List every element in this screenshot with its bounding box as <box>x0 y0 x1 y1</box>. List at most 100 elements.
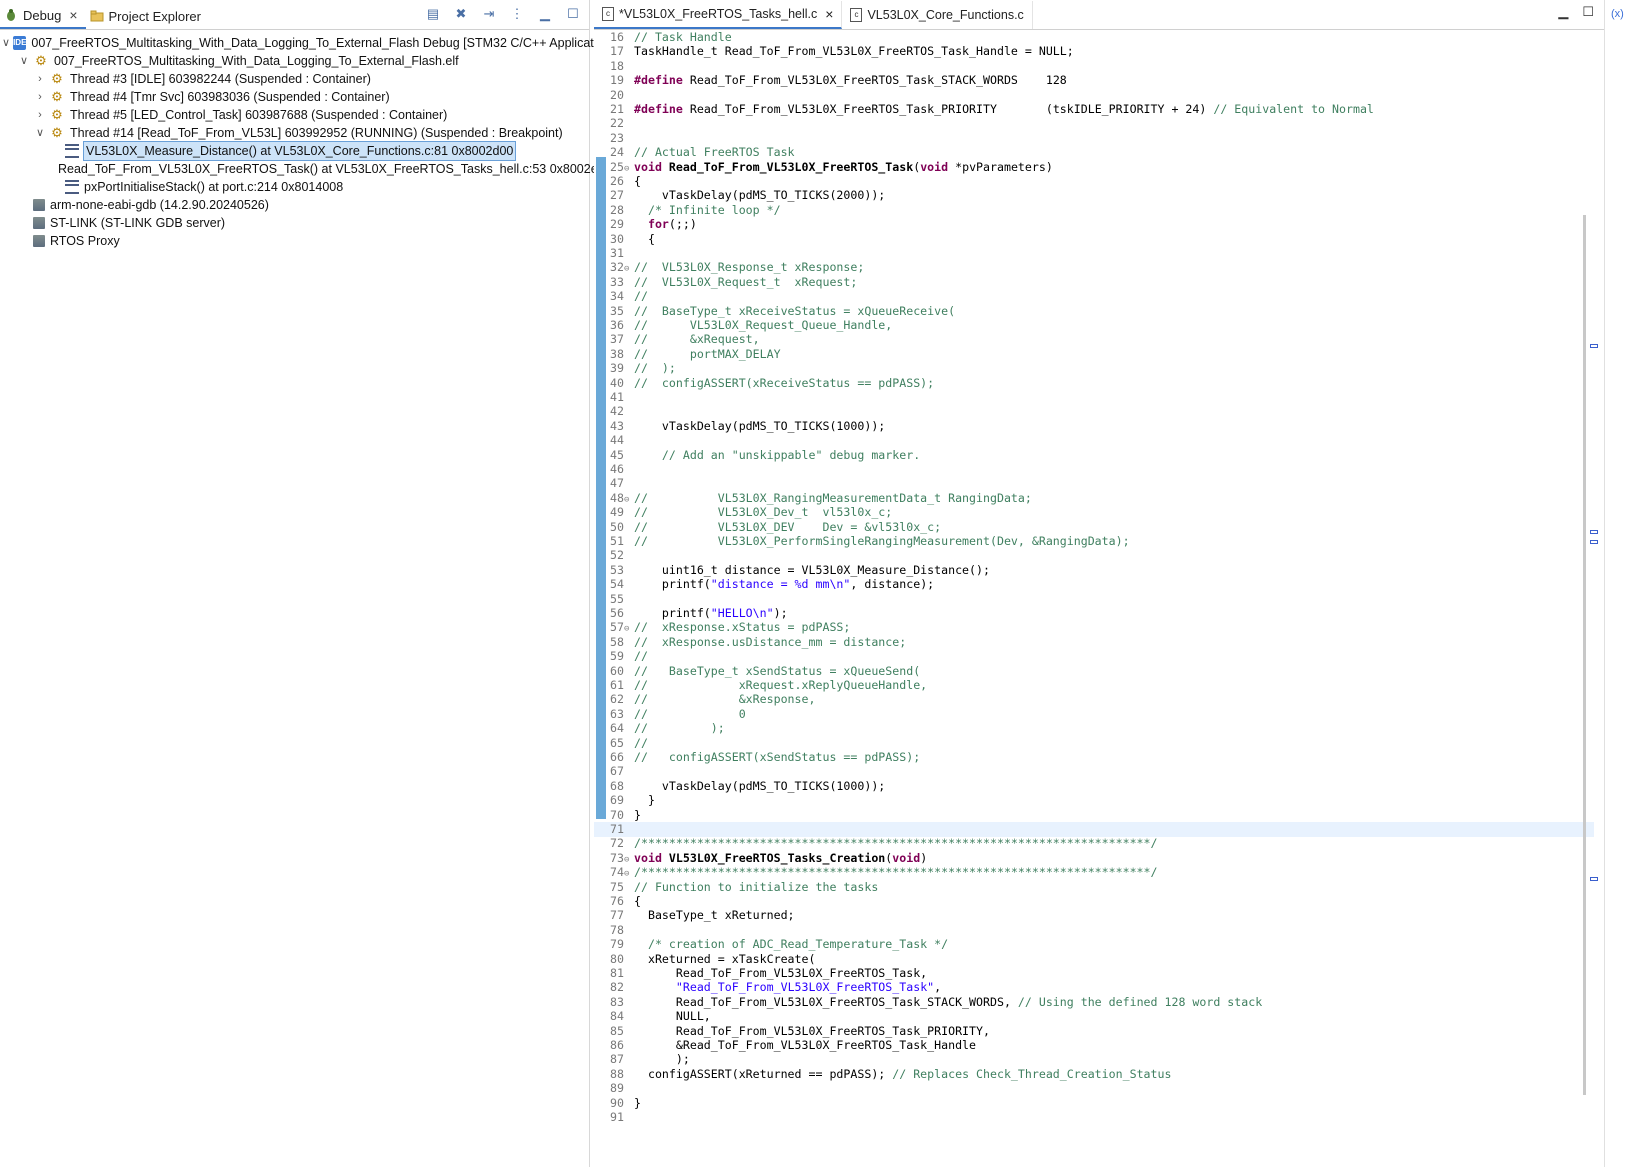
code-line[interactable]: 57⊖// xResponse.xStatus = pdPASS; <box>594 620 1594 635</box>
code-line[interactable]: 83 Read_ToF_From_VL53L0X_FreeRTOS_Task_S… <box>594 995 1594 1010</box>
code-line[interactable]: 40 // configASSERT(xReceiveStatus == pdP… <box>594 376 1594 391</box>
tree-item[interactable]: ∨ ⚙ Thread #14 [Read_ToF_From_VL53L] 60399… <box>0 124 589 142</box>
minimize-icon[interactable]: ▁ <box>537 6 553 22</box>
code-line[interactable]: 42 <box>594 404 1594 419</box>
code-line[interactable]: 56 printf("HELLO\n"); <box>594 606 1594 621</box>
code-line[interactable]: 65 // <box>594 736 1594 751</box>
code-line[interactable]: 72 /************************************… <box>594 836 1594 851</box>
code-line[interactable]: 16 // Task Handle <box>594 30 1594 45</box>
tree-item[interactable]: › ⚙ Thread #5 [LED_Control_Task] 603987688… <box>0 106 589 124</box>
code-line[interactable]: 45 // Add an "unskippable" debug marker. <box>594 448 1594 463</box>
tab-project-explorer[interactable]: Project Explorer <box>86 3 209 29</box>
overview-marker[interactable] <box>1590 877 1598 881</box>
code-line[interactable]: 26 { <box>594 174 1594 189</box>
code-line[interactable]: 59 // <box>594 649 1594 664</box>
code-line[interactable]: 63 // 0 <box>594 707 1594 722</box>
tree-item[interactable]: ST-LINK (ST-LINK GDB server) <box>0 214 589 232</box>
code-line[interactable]: 68 vTaskDelay(pdMS_TO_TICKS(1000)); <box>594 779 1594 794</box>
overview-marker[interactable] <box>1590 540 1598 544</box>
chevron-down-icon[interactable]: ∨ <box>2 34 10 52</box>
code-line[interactable]: 78 <box>594 923 1594 938</box>
tree-item[interactable]: VL53L0X_Measure_Distance() at VL53L0X_Co… <box>0 141 589 161</box>
tree-item[interactable]: › ⚙ Thread #3 [IDLE] 603982244 (Suspended … <box>0 70 589 88</box>
code-line[interactable]: 19 #define Read_ToF_From_VL53L0X_FreeRTO… <box>594 73 1594 88</box>
code-line[interactable]: 44 <box>594 433 1594 448</box>
chevron-down-icon[interactable]: ∨ <box>18 52 30 70</box>
code-line[interactable]: 23 <box>594 131 1594 146</box>
code-line[interactable]: 64 // ); <box>594 721 1594 736</box>
code-line[interactable]: 80 xReturned = xTaskCreate( <box>594 952 1594 967</box>
code-line[interactable]: 88 configASSERT(xReturned == pdPASS); //… <box>594 1067 1594 1082</box>
code-line[interactable]: 67 <box>594 764 1594 779</box>
code-line[interactable]: 85 Read_ToF_From_VL53L0X_FreeRTOS_Task_P… <box>594 1024 1594 1039</box>
code-line[interactable]: 74⊖/************************************… <box>594 865 1594 880</box>
code-line[interactable]: 49 // VL53L0X_Dev_t vl53l0x_c; <box>594 505 1594 520</box>
code-line[interactable]: 18 <box>594 59 1594 74</box>
code-line[interactable]: 47 <box>594 476 1594 491</box>
code-line[interactable]: 36 // VL53L0X_Request_Queue_Handle, <box>594 318 1594 333</box>
code-line[interactable]: 29 for(;;) <box>594 217 1594 232</box>
code-line[interactable]: 58 // xResponse.usDistance_mm = distance… <box>594 635 1594 650</box>
code-line[interactable]: 55 <box>594 592 1594 607</box>
tree-item[interactable]: arm-none-eabi-gdb (14.2.90.20240526) <box>0 196 589 214</box>
code-line[interactable]: 77 BaseType_t xReturned; <box>594 908 1594 923</box>
code-line[interactable]: 69 } <box>594 793 1594 808</box>
code-line[interactable]: 21 #define Read_ToF_From_VL53L0X_FreeRTO… <box>594 102 1594 117</box>
tab-debug[interactable]: Debug × <box>0 3 86 29</box>
minimize-icon[interactable]: ▁ <box>1558 4 1568 20</box>
view-menu-icon[interactable]: ⋮ <box>509 6 525 22</box>
tree-item[interactable]: pxPortInitialiseStack() at port.c:214 0x… <box>0 178 589 196</box>
close-icon[interactable]: × <box>69 7 77 23</box>
maximize-icon[interactable]: ☐ <box>565 6 581 22</box>
code-line[interactable]: 81 Read_ToF_From_VL53L0X_FreeRTOS_Task, <box>594 966 1594 981</box>
code-line[interactable]: 17 TaskHandle_t Read_ToF_From_VL53L0X_Fr… <box>594 44 1594 59</box>
code-line[interactable]: 41 <box>594 390 1594 405</box>
chevron-right-icon[interactable]: › <box>34 106 46 124</box>
code-line[interactable]: 48⊖// VL53L0X_RangingMeasurementData_t R… <box>594 491 1594 506</box>
code-line[interactable]: 34 // <box>594 289 1594 304</box>
code-line[interactable]: 24 // Actual FreeRTOS Task <box>594 145 1594 160</box>
close-icon[interactable]: × <box>825 6 833 22</box>
code-line[interactable]: 66 // configASSERT(xSendStatus == pdPASS… <box>594 750 1594 765</box>
code-line[interactable]: 33 // VL53L0X_Request_t xRequest; <box>594 275 1594 290</box>
chevron-down-icon[interactable]: ∨ <box>34 124 46 142</box>
code-line[interactable]: 86 &Read_ToF_From_VL53L0X_FreeRTOS_Task_… <box>594 1038 1594 1053</box>
code-line[interactable]: 43 vTaskDelay(pdMS_TO_TICKS(1000)); <box>594 419 1594 434</box>
code-line[interactable]: 54 printf("distance = %d mm\n", distance… <box>594 577 1594 592</box>
code-line[interactable]: 71 <box>594 822 1594 837</box>
tree-item[interactable]: › ⚙ Thread #4 [Tmr Svc] 603983036 (Suspend… <box>0 88 589 106</box>
code-line[interactable]: 60 // BaseType_t xSendStatus = xQueueSen… <box>594 664 1594 679</box>
tree-item[interactable]: RTOS Proxy <box>0 232 589 250</box>
code-line[interactable]: 35 // BaseType_t xReceiveStatus = xQueue… <box>594 304 1594 319</box>
code-line[interactable]: 87 ); <box>594 1052 1594 1067</box>
code-line[interactable]: 28 /* Infinite loop */ <box>594 203 1594 218</box>
variables-view-icon[interactable]: (x) <box>1611 8 1624 20</box>
remove-terminated-icon[interactable]: ✖ <box>453 6 469 22</box>
tab-editor-tasks-file[interactable]: c *VL53L0X_FreeRTOS_Tasks_hell.c × <box>594 1 843 29</box>
code-line[interactable]: 91 <box>594 1110 1594 1125</box>
code-line[interactable]: 62 // &xResponse, <box>594 692 1594 707</box>
tree-item[interactable]: ∨ ⚙ 007_FreeRTOS_Multitasking_With_Data_Lo… <box>0 52 589 70</box>
code-line[interactable]: 50 // VL53L0X_DEV Dev = &vl53l0x_c; <box>594 520 1594 535</box>
code-line[interactable]: 82 "Read_ToF_From_VL53L0X_FreeRTOS_Task"… <box>594 980 1594 995</box>
code-line[interactable]: 73⊖ void VL53L0X_FreeRTOS_Tasks_Creation(… <box>594 851 1594 866</box>
code-line[interactable]: 32⊖// VL53L0X_Response_t xResponse; <box>594 260 1594 275</box>
code-line[interactable]: 61 // xRequest.xReplyQueueHandle, <box>594 678 1594 693</box>
code-line[interactable]: 70 } <box>594 808 1594 823</box>
maximize-icon[interactable]: ☐ <box>1582 4 1594 20</box>
code-line[interactable]: 89 <box>594 1081 1594 1096</box>
collapse-all-icon[interactable]: ▤ <box>425 6 441 22</box>
code-line[interactable]: 52 <box>594 548 1594 563</box>
overview-marker[interactable] <box>1590 344 1598 348</box>
tree-item[interactable]: Read_ToF_From_VL53L0X_FreeRTOS_Task() at… <box>0 160 612 178</box>
code-line[interactable]: 75 // Function to initialize the tasks <box>594 880 1594 895</box>
code-line[interactable]: 90 } <box>594 1096 1594 1111</box>
code-line[interactable]: 25⊖ void Read_ToF_From_VL53L0X_FreeRTOS_T… <box>594 160 1594 175</box>
vertical-scrollbar[interactable] <box>1583 215 1586 1095</box>
code-line[interactable]: 53 uint16_t distance = VL53L0X_Measure_D… <box>594 563 1594 578</box>
code-line[interactable]: 46 <box>594 462 1594 477</box>
code-editor[interactable]: 16 // Task Handle 17 TaskHandle_t Read_To… <box>594 30 1594 1167</box>
chevron-right-icon[interactable]: › <box>34 88 46 106</box>
code-line[interactable]: 38 // portMAX_DELAY <box>594 347 1594 362</box>
code-line[interactable]: 20 <box>594 88 1594 103</box>
